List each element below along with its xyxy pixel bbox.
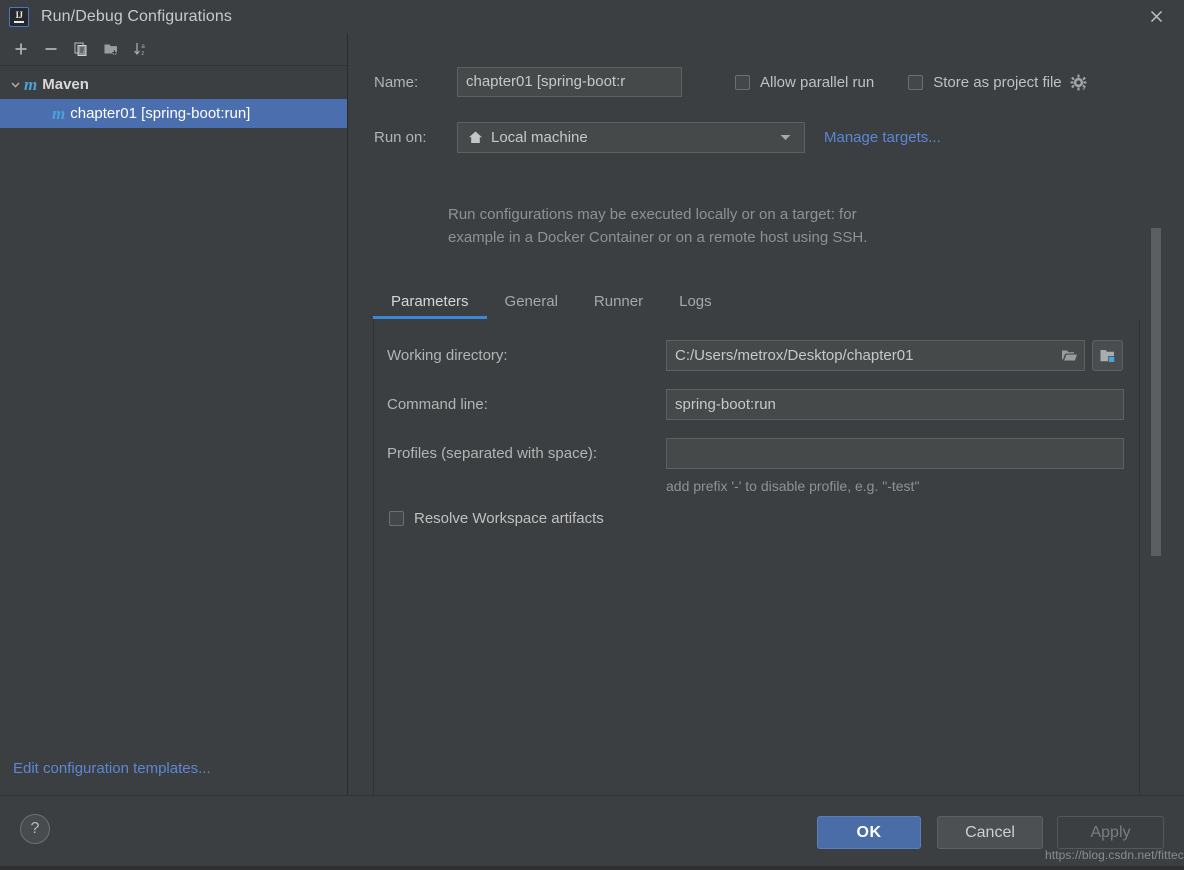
module-folder-icon[interactable] bbox=[1092, 340, 1123, 371]
working-directory-label: Working directory: bbox=[387, 347, 508, 364]
allow-parallel-run-label: Allow parallel run bbox=[760, 73, 875, 91]
editor-scrollbar[interactable] bbox=[1151, 228, 1161, 556]
window-bottom-edge bbox=[0, 866, 1184, 870]
copy-configuration-button[interactable] bbox=[66, 36, 96, 62]
run-on-label: Run on: bbox=[374, 128, 427, 146]
sidebar-item-label: chapter01 [spring-boot:run] bbox=[70, 105, 251, 122]
profiles-row: Profiles (separated with space): bbox=[387, 438, 1124, 469]
help-button[interactable]: ? bbox=[20, 814, 50, 844]
tree-group-label: Maven bbox=[42, 76, 89, 93]
store-as-project-file-label: Store as project file bbox=[933, 73, 1062, 91]
name-input[interactable]: chapter01 [spring-boot:r bbox=[457, 67, 682, 97]
chevron-down-icon[interactable] bbox=[6, 79, 24, 90]
svg-text:z: z bbox=[141, 50, 144, 57]
run-target-hint-line1: Run configurations may be executed local… bbox=[448, 206, 857, 223]
sidebar-toolbar: a z bbox=[0, 33, 347, 66]
window-title: Run/Debug Configurations bbox=[41, 7, 232, 25]
working-directory-input[interactable]: C:/Users/metrox/Desktop/chapter01 bbox=[666, 340, 1085, 371]
home-icon bbox=[468, 130, 483, 145]
allow-parallel-run-checkbox[interactable]: Allow parallel run bbox=[735, 74, 874, 91]
intellij-idea-logo-icon bbox=[9, 6, 29, 27]
cancel-button[interactable]: Cancel bbox=[937, 816, 1043, 849]
edit-configuration-templates-link[interactable]: Edit configuration templates... bbox=[13, 760, 211, 777]
folder-open-icon[interactable] bbox=[1054, 341, 1084, 370]
run-on-row: Run on: Local machine Manage targets... bbox=[374, 120, 1174, 154]
working-directory-row: Working directory: C:/Users/metrox/Deskt… bbox=[387, 340, 1123, 371]
profiles-input[interactable] bbox=[666, 438, 1124, 469]
maven-icon: m bbox=[52, 104, 66, 123]
working-directory-value: C:/Users/metrox/Desktop/chapter01 bbox=[675, 347, 914, 364]
configuration-editor-panel: Name: chapter01 [spring-boot:r Allow par… bbox=[349, 33, 1184, 827]
tab-runner[interactable]: Runner bbox=[576, 293, 661, 319]
run-debug-configurations-dialog: Run/Debug Configurations bbox=[0, 0, 1184, 870]
gear-icon[interactable] bbox=[1070, 74, 1087, 91]
resolve-workspace-artifacts-label: Resolve Workspace artifacts bbox=[414, 510, 604, 527]
tree-group-maven[interactable]: m Maven bbox=[0, 70, 347, 99]
configuration-tabs: Parameters General Runner Logs bbox=[373, 283, 1163, 319]
sidebar-item-chapter01[interactable]: m chapter01 [spring-boot:run] bbox=[0, 99, 347, 128]
command-line-row: Command line: spring-boot:run bbox=[387, 389, 1124, 420]
tab-parameters[interactable]: Parameters bbox=[373, 293, 487, 319]
configurations-tree: m Maven m chapter01 [spring-boot:run] bbox=[0, 66, 347, 128]
profiles-label: Profiles (separated with space): bbox=[387, 445, 598, 462]
name-label: Name: bbox=[374, 73, 419, 91]
title-bar: Run/Debug Configurations bbox=[0, 0, 1184, 33]
store-as-project-file-checkbox[interactable]: Store as project file bbox=[908, 73, 1062, 91]
command-line-input[interactable]: spring-boot:run bbox=[666, 389, 1124, 420]
manage-targets-link[interactable]: Manage targets... bbox=[824, 129, 941, 146]
command-line-label: Command line: bbox=[387, 396, 488, 413]
checkbox-box bbox=[389, 511, 404, 526]
ok-button[interactable]: OK bbox=[817, 816, 921, 849]
maven-icon: m bbox=[24, 75, 38, 94]
checkbox-box bbox=[735, 74, 750, 90]
remove-configuration-button[interactable] bbox=[36, 36, 66, 62]
checkbox-box bbox=[908, 74, 924, 90]
name-row: Name: chapter01 [spring-boot:r Allow par… bbox=[374, 65, 1174, 99]
profiles-hint: add prefix '-' to disable profile, e.g. … bbox=[666, 478, 920, 494]
resolve-workspace-artifacts-checkbox[interactable]: Resolve Workspace artifacts bbox=[389, 510, 604, 527]
configurations-sidebar: a z m Maven m chapter01 [spring-boot:run… bbox=[0, 33, 348, 795]
new-folder-button[interactable] bbox=[96, 36, 126, 62]
sort-configurations-button[interactable]: a z bbox=[126, 36, 156, 62]
run-on-dropdown[interactable]: Local machine bbox=[457, 121, 805, 153]
apply-button: Apply bbox=[1057, 816, 1164, 849]
tab-logs[interactable]: Logs bbox=[661, 293, 730, 319]
parameters-tab-panel: Working directory: C:/Users/metrox/Deskt… bbox=[373, 319, 1140, 827]
close-icon[interactable] bbox=[1128, 0, 1184, 33]
add-configuration-button[interactable] bbox=[6, 36, 36, 62]
tab-general[interactable]: General bbox=[487, 293, 576, 319]
watermark: https://blog.csdn.net/fittec bbox=[1045, 848, 1184, 862]
run-target-hint-line2: example in a Docker Container or on a re… bbox=[448, 229, 868, 246]
run-target-hint: Run configurations may be executed local… bbox=[448, 203, 1008, 249]
run-on-value: Local machine bbox=[491, 128, 588, 146]
chevron-down-icon[interactable] bbox=[779, 133, 792, 142]
